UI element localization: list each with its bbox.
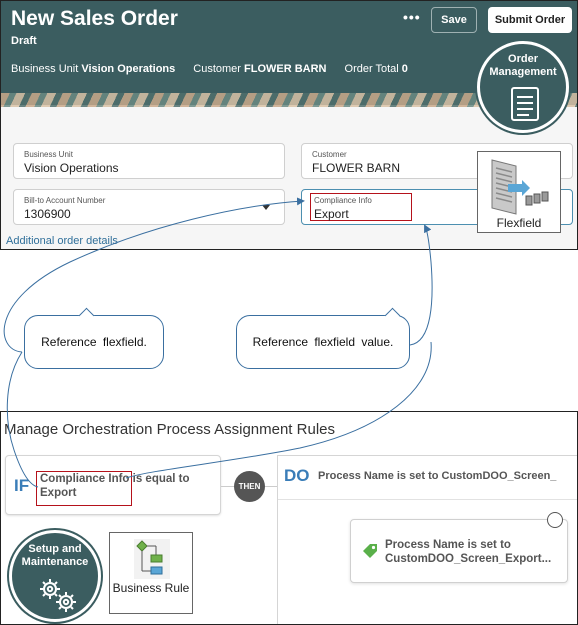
compliance-highlight-box: Compliance Info Export [310, 193, 412, 221]
submit-order-button[interactable]: Submit Order [488, 7, 572, 33]
setup-maintenance-label: Setup and Maintenance [21, 543, 89, 568]
additional-order-details-link[interactable]: Additional order details [6, 235, 118, 247]
then-marker: THEN [234, 471, 265, 502]
bill-to-value: 1306900 [24, 207, 71, 221]
business-unit-value: Vision Operations [24, 161, 119, 175]
customer-label: Customer [312, 150, 347, 159]
flexfield-icon [491, 159, 549, 215]
if-tag: IF [14, 476, 30, 495]
business-rule-label: Business Rule [112, 581, 190, 595]
action-line-2: CustomDOO_Screen_Export... [385, 553, 552, 565]
action-line-1: Process Name is set to [385, 539, 511, 551]
business-unit-label: Business Unit [24, 150, 73, 159]
condition-highlight-box [36, 471, 132, 506]
tag-icon [363, 544, 377, 558]
callout-reference-flexfield-value: Reference flexfield value. [236, 315, 410, 369]
save-button[interactable]: Save [431, 7, 477, 33]
summary-business-unit: Business Unit Vision Operations [11, 63, 176, 75]
chevron-down-icon[interactable] [262, 205, 270, 210]
flowchart-icon [134, 539, 170, 579]
do-action-panel: DO Process Name is set to CustomDOO_Scre… [277, 455, 577, 624]
callout-reference-flexfield: Reference flexfield. [24, 315, 164, 369]
more-actions-icon[interactable]: ••• [403, 9, 421, 25]
callout-left-text: Reference flexfield. [41, 335, 147, 349]
business-rule-tile: Business Rule [109, 532, 193, 614]
action-card[interactable]: Process Name is set to CustomDOO_Screen_… [350, 512, 568, 583]
select-radio[interactable] [547, 512, 563, 528]
summary-customer: Customer FLOWER BARN [193, 63, 327, 75]
callout-right-text: Reference flexfield value. [252, 335, 394, 349]
flexfield-label: Flexfield [496, 216, 542, 230]
flexfield-tile: Flexfield [477, 151, 561, 233]
compliance-info-label: Compliance Info [314, 196, 372, 205]
order-summary: Business Unit Vision Operations Customer… [11, 63, 408, 75]
business-unit-field[interactable]: Business Unit Vision Operations [13, 143, 285, 179]
order-management-label: Order Management [489, 53, 557, 78]
compliance-info-value: Export [314, 207, 349, 221]
bill-to-account-field[interactable]: Bill-to Account Number 1306900 [13, 189, 285, 225]
gears-icon [40, 579, 76, 612]
do-summary-text: Process Name is set to CustomDOO_Screen_ [318, 470, 557, 482]
divider [278, 499, 577, 500]
connector-line [265, 486, 277, 487]
sales-order-screenshot: New Sales Order Draft Business Unit Visi… [0, 0, 578, 250]
do-tag: DO [284, 466, 310, 485]
assignment-rules-screenshot: Manage Orchestration Process Assignment … [0, 411, 578, 625]
summary-order-total: Order Total 0 [344, 63, 408, 75]
document-icon [511, 87, 539, 121]
customer-value: FLOWER BARN [312, 161, 401, 175]
rules-page-title: Manage Orchestration Process Assignment … [4, 421, 335, 438]
setup-maintenance-badge: Setup and Maintenance [9, 530, 101, 622]
action-text: Process Name is set to CustomDOO_Screen_… [385, 538, 551, 566]
order-management-badge: Order Management [477, 41, 569, 133]
connector-line [221, 486, 234, 487]
if-condition-card[interactable]: IF Compliance Info is equal to Export [5, 455, 221, 515]
page-title: New Sales Order [11, 7, 178, 30]
bill-to-label: Bill-to Account Number [24, 196, 106, 205]
order-status: Draft [11, 35, 37, 47]
